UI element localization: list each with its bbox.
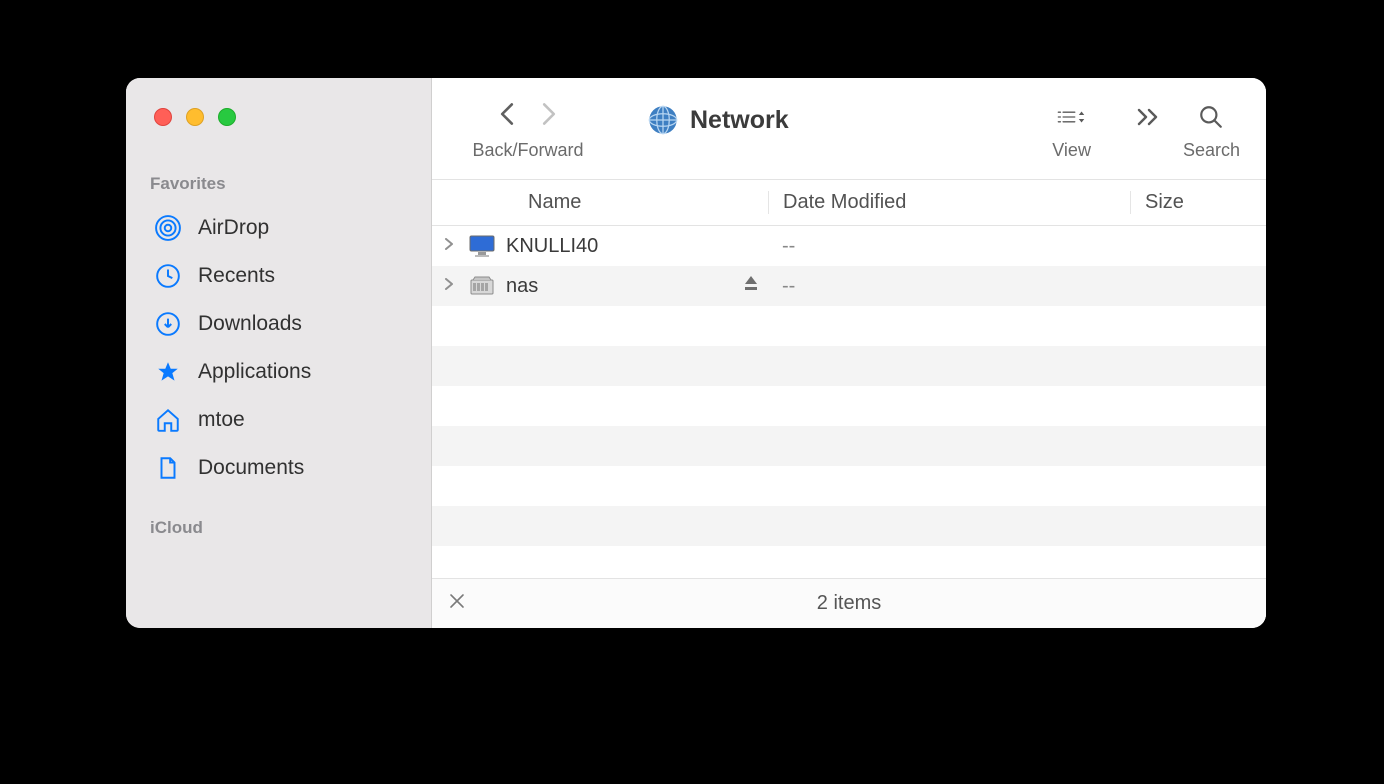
view-switcher[interactable] xyxy=(1057,100,1087,134)
empty-row xyxy=(432,546,1266,578)
airdrop-icon xyxy=(154,214,182,242)
sidebar-item-label: Recents xyxy=(198,264,275,288)
network-icon xyxy=(648,105,678,135)
sidebar: Favorites AirDrop Recents Downloads Appl… xyxy=(126,78,432,628)
downloads-icon xyxy=(154,310,182,338)
minimize-button[interactable] xyxy=(186,108,204,126)
clock-icon xyxy=(154,262,182,290)
overflow-button[interactable] xyxy=(1135,100,1165,134)
sidebar-item-label: AirDrop xyxy=(198,216,269,240)
empty-row xyxy=(432,466,1266,506)
close-button[interactable] xyxy=(154,108,172,126)
overflow-group xyxy=(1135,100,1165,161)
column-header-size[interactable]: Size xyxy=(1130,191,1266,214)
sidebar-item-airdrop[interactable]: AirDrop xyxy=(132,204,425,252)
view-group: View xyxy=(1052,100,1091,161)
title-group: Network xyxy=(606,100,1044,140)
home-icon xyxy=(154,406,182,434)
status-text: 2 items xyxy=(817,592,881,615)
back-button[interactable] xyxy=(499,102,515,133)
window-controls xyxy=(126,108,431,126)
sidebar-item-label: mtoe xyxy=(198,408,245,432)
item-name: nas xyxy=(498,275,734,298)
main-pane: Back/Forward Network xyxy=(432,78,1266,628)
item-name: KNULLI40 xyxy=(498,235,734,258)
search-group: Search xyxy=(1183,100,1240,161)
list-item[interactable]: KNULLI40 -- xyxy=(432,226,1266,266)
column-header-name[interactable]: Name xyxy=(432,191,768,214)
path-button[interactable] xyxy=(432,592,482,615)
empty-row xyxy=(432,386,1266,426)
search-label: Search xyxy=(1183,140,1240,161)
view-label: View xyxy=(1052,140,1091,161)
document-icon xyxy=(154,454,182,482)
sidebar-section-label-icloud: iCloud xyxy=(126,518,431,548)
sidebar-item-applications[interactable]: Applications xyxy=(132,348,425,396)
column-header-date[interactable]: Date Modified xyxy=(768,191,1130,214)
back-forward-label: Back/Forward xyxy=(472,140,583,161)
sidebar-item-downloads[interactable]: Downloads xyxy=(132,300,425,348)
zoom-button[interactable] xyxy=(218,108,236,126)
list-item[interactable]: nas -- xyxy=(432,266,1266,306)
applications-icon xyxy=(154,358,182,386)
sidebar-item-label: Applications xyxy=(198,360,311,384)
sidebar-item-label: Documents xyxy=(198,456,304,480)
display-icon xyxy=(466,235,498,257)
sidebar-item-home[interactable]: mtoe xyxy=(132,396,425,444)
sidebar-item-recents[interactable]: Recents xyxy=(132,252,425,300)
server-icon xyxy=(466,275,498,297)
empty-row xyxy=(432,346,1266,386)
eject-button[interactable] xyxy=(734,274,768,298)
back-forward-group: Back/Forward xyxy=(458,100,598,161)
empty-row xyxy=(432,426,1266,466)
window-title: Network xyxy=(690,106,789,135)
search-button[interactable] xyxy=(1196,100,1226,134)
disclosure-arrow-icon[interactable] xyxy=(432,237,466,255)
columns-header: Name Date Modified Size xyxy=(432,180,1266,226)
empty-row xyxy=(432,306,1266,346)
empty-row xyxy=(432,506,1266,546)
sidebar-item-documents[interactable]: Documents xyxy=(132,444,425,492)
item-date: -- xyxy=(768,235,1130,258)
item-date: -- xyxy=(768,275,1130,298)
finder-window: Favorites AirDrop Recents Downloads Appl… xyxy=(126,78,1266,628)
sidebar-section-label-favorites: Favorites xyxy=(126,174,431,204)
status-bar: 2 items xyxy=(432,578,1266,628)
forward-button[interactable] xyxy=(541,102,557,133)
toolbar: Back/Forward Network xyxy=(432,78,1266,180)
file-list: KNULLI40 -- nas -- xyxy=(432,226,1266,578)
disclosure-arrow-icon[interactable] xyxy=(432,277,466,295)
sidebar-item-label: Downloads xyxy=(198,312,302,336)
